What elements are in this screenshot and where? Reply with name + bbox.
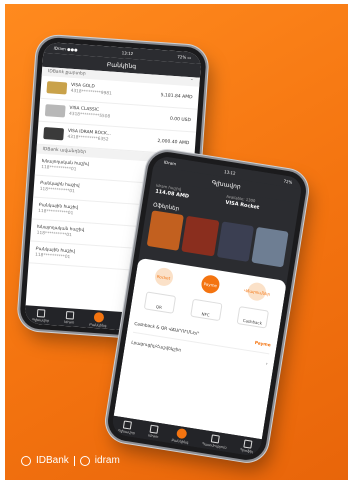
bank-name: IDBank [36, 455, 69, 466]
tab-item[interactable]: Բանկինգ [171, 427, 190, 444]
tab-icon [210, 433, 221, 444]
card-image [44, 104, 66, 118]
action-button[interactable]: Cashback [236, 306, 270, 329]
tab-item[interactable]: Գլխավոր [32, 308, 50, 322]
tab-item[interactable]: Գլխավոր [118, 419, 137, 435]
quick-action[interactable]: Payme [200, 273, 221, 295]
battery: 72% [283, 178, 293, 185]
carrier: IDram [163, 159, 177, 167]
tab-label: Գլխավոր [117, 428, 136, 435]
tab-item[interactable]: Պատմություն [201, 433, 229, 450]
tab-label: Պատմություն [201, 441, 228, 450]
offer-card[interactable] [181, 215, 219, 257]
deposit-info: Խնայողական հաշիվ 118**********01 [36, 224, 141, 243]
idbank-logo-icon [21, 455, 31, 466]
tab-icon [175, 427, 188, 439]
actions-panel: Rocket Payme Վճարումներ QR NFC Cashback Cash… [113, 257, 287, 440]
deposit-info: Խնայողական հաշիվ 118**********01 [41, 158, 156, 178]
card-amount: 2,000.40 AMD [157, 138, 190, 146]
tab-label: Idram [148, 432, 159, 439]
card-amount: 0.00 USD [169, 116, 192, 123]
offer-card[interactable] [251, 226, 289, 268]
promo-tag: Payme [254, 340, 272, 348]
promo-label: Cashback & QR ՎՃԱՐՈՒՄՆԵՐ [133, 321, 200, 337]
tab-icon [243, 438, 253, 449]
quick-action[interactable]: Վճարումներ [244, 281, 271, 302]
tab-label: Բանկինգ [171, 437, 189, 445]
tab-label: Բանկինգ [89, 322, 107, 328]
card-info: VISA CLASSIC 4318*********5508 [69, 106, 171, 125]
card-info: VISA GOLD 4318*********9981 [70, 83, 161, 101]
card-image [46, 81, 68, 95]
brand-logos: IDBank idram [21, 455, 120, 466]
offer-card[interactable] [216, 221, 254, 262]
card-info: VISA IDRAM ROCK... 4318*********6352 [67, 129, 158, 147]
chevron-right-icon: › [265, 361, 269, 367]
tab-label: Idram [64, 319, 75, 325]
wallet-name: idram [94, 455, 120, 466]
action-button[interactable]: QR [143, 291, 176, 314]
tab-label: Պրոֆիլ [239, 447, 254, 454]
battery: 72% ▭ [177, 54, 192, 61]
chevron-up-icon[interactable]: ⌃ [190, 79, 194, 84]
tab-label: Գլխավոր [32, 317, 50, 323]
idram-logo-icon [79, 455, 90, 466]
divider [73, 455, 75, 466]
tab-icon [149, 424, 160, 434]
tab-icon [93, 311, 104, 323]
promo-poster: IDram ●●● 13:12 72% ▭ Բանկինգ IDBank քար… [5, 4, 348, 480]
carrier: IDram ●●● [53, 45, 78, 53]
tab-item[interactable]: Idram [64, 310, 75, 324]
clock: 13:12 [121, 50, 134, 57]
tab-item[interactable]: Բանկինգ [89, 311, 107, 327]
tab-item[interactable]: Idram [148, 424, 160, 438]
list-label: Լրացուցիչ/Հաշվեկշիռ [130, 340, 182, 353]
card-image [43, 127, 65, 141]
quick-action[interactable]: Rocket [153, 266, 174, 288]
tab-icon [65, 310, 75, 320]
tab-icon [123, 419, 133, 430]
offer-card[interactable] [146, 210, 185, 251]
tab-icon [36, 308, 46, 318]
clock: 13:12 [223, 169, 236, 176]
card-amount: 5,181.84 AMD [160, 92, 193, 100]
action-button[interactable]: NFC [190, 298, 223, 322]
tab-item[interactable]: Պրոֆիլ [239, 438, 255, 454]
